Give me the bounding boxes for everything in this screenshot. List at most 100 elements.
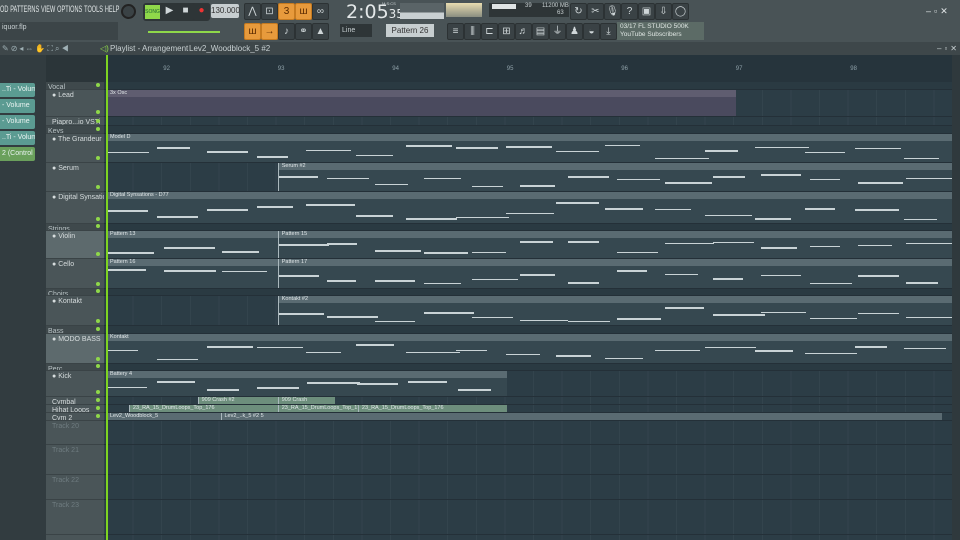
playlist-clip[interactable]: Pattern 17 — [277, 259, 954, 288]
menu-item[interactable]: VIEW — [41, 4, 55, 14]
track-header[interactable]: Keys — [46, 126, 104, 134]
track-header[interactable]: ● Kick — [46, 371, 104, 397]
playlist-clip[interactable]: Battery 4 — [106, 371, 507, 396]
playlist-clip[interactable]: Model D — [106, 134, 954, 162]
wait-input-icon[interactable]: ⊡ — [261, 3, 278, 20]
track-enable-led[interactable] — [96, 83, 100, 87]
track-header[interactable]: ● MODO BASS — [46, 334, 104, 364]
save-icon[interactable]: ▣ — [638, 3, 655, 20]
playlist-clip[interactable]: Kontakt #2 — [277, 296, 954, 325]
browser-icon[interactable]: ⊏ — [481, 23, 498, 40]
track-enable-led[interactable] — [96, 185, 100, 189]
menu-item[interactable]: PATTERNS — [10, 4, 39, 14]
track-header[interactable]: ● The Grandeur — [46, 134, 104, 163]
track-header[interactable]: ● Lead — [46, 90, 104, 117]
undo-icon[interactable]: ↻ — [570, 3, 587, 20]
track-enable-led[interactable] — [96, 110, 100, 114]
loop-record-icon[interactable]: ∞ — [312, 3, 329, 20]
track-enable-led[interactable] — [96, 364, 100, 368]
record-button[interactable]: ● — [193, 3, 210, 20]
playlist-window-controls[interactable]: –▫✕ — [937, 42, 960, 55]
playhead[interactable] — [106, 55, 108, 540]
track-header[interactable]: Piapro...io VSTi — [46, 117, 104, 126]
cut-icon[interactable]: ✂ — [587, 3, 604, 20]
track-header[interactable]: Track 20 — [46, 421, 104, 445]
automation-clip[interactable]: ..Ti - Volume — [0, 83, 35, 97]
track-header[interactable]: Track 21 — [46, 445, 104, 475]
pattern-selector[interactable]: Pattern 26 — [386, 24, 434, 37]
automation-clip[interactable]: 2 (Control 1) — [0, 147, 35, 161]
playlist-clip[interactable]: Pattern 16 — [106, 259, 278, 288]
window-controls[interactable]: –▫✕ — [926, 6, 951, 17]
plugin-icon[interactable]: ⏚ — [549, 23, 566, 40]
stamp-icon[interactable]: ▲ — [312, 23, 329, 40]
track-header[interactable]: Bass — [46, 326, 104, 334]
track-header[interactable]: Cymbal — [46, 397, 104, 405]
channel-rack-icon[interactable]: ⊞ — [498, 23, 515, 40]
track-header[interactable]: Track 22 — [46, 475, 104, 500]
tempo-tapper-icon[interactable]: ◒ — [583, 23, 600, 40]
track-lane[interactable] — [104, 289, 952, 296]
track-header[interactable]: ● Violin — [46, 231, 104, 259]
track-lane[interactable] — [104, 82, 952, 90]
playlist-grid[interactable]: 3x Osc Model D Serum #2 Digital Synsations … — [104, 82, 954, 540]
track-lane[interactable] — [104, 500, 952, 535]
playlist-clip[interactable]: 3x Osc — [106, 90, 736, 116]
track-enable-led[interactable] — [96, 282, 100, 286]
track-lane[interactable] — [104, 445, 952, 475]
menu-item[interactable]: TOOLS — [84, 4, 103, 14]
track-enable-led[interactable] — [96, 119, 100, 123]
track-header[interactable]: ● Kontakt — [46, 296, 104, 326]
song-mode-toggle[interactable]: SONG — [145, 5, 160, 19]
track-enable-led[interactable] — [96, 127, 100, 131]
vertical-scrollbar[interactable] — [952, 55, 960, 540]
playlist-clip[interactable]: Serum #2 — [277, 163, 954, 191]
automation-clip[interactable]: - Volume — [0, 99, 35, 113]
step-edit-icon[interactable]: → — [261, 23, 278, 40]
menu-item[interactable]: OPTIONS — [57, 4, 82, 14]
track-lane[interactable] — [104, 326, 952, 334]
playlist-pattern[interactable]: Lev2_Woodblock_5 #2 — [189, 42, 270, 55]
track-header[interactable]: ● Serum — [46, 163, 104, 192]
track-enable-led[interactable] — [96, 289, 100, 293]
track-enable-led[interactable] — [96, 224, 100, 228]
track-enable-led[interactable] — [96, 414, 100, 418]
track-lane[interactable] — [104, 364, 952, 371]
track-lane[interactable] — [104, 224, 952, 231]
track-lane[interactable] — [104, 475, 952, 500]
download-icon[interactable]: ⤓ — [600, 23, 617, 40]
track-header[interactable]: ● Cello — [46, 259, 104, 289]
playlist-clip[interactable]: 909 Crash — [277, 397, 335, 404]
news-panel[interactable]: 03/17 FL STUDIO 500K YouTube Subscribers — [617, 22, 704, 40]
playlist-clip[interactable]: 23_RA_15_DrumLoops_Top_176 — [357, 405, 507, 412]
playlist-clip[interactable]: 23_RA_15_DrumLoops_Top_176 — [128, 405, 278, 412]
slide-icon[interactable]: ♪ — [278, 23, 295, 40]
track-header[interactable]: Hihat Loops — [46, 405, 104, 413]
automation-clip[interactable]: - Volume — [0, 115, 35, 129]
track-header[interactable]: Choirs — [46, 289, 104, 296]
track-lane[interactable] — [104, 117, 952, 126]
playlist-clip[interactable]: 23_RA_15_DrumLoops_Top_176 — [277, 405, 358, 412]
chat-icon[interactable]: ◯ — [672, 3, 689, 20]
track-header[interactable]: Cym 2 — [46, 413, 104, 421]
track-header[interactable]: Track 23 — [46, 500, 104, 535]
link-icon[interactable]: ⚭ — [295, 23, 312, 40]
playlist-clip[interactable]: Lev2_Woodblock_5 — [106, 413, 221, 420]
help-icon[interactable]: ? — [621, 3, 638, 20]
play-button[interactable]: ▶ — [161, 3, 178, 20]
metronome-icon[interactable]: ⋀ — [244, 3, 261, 20]
track-enable-led[interactable] — [96, 156, 100, 160]
snap-select[interactable]: Line — [340, 24, 372, 37]
export-icon[interactable]: ⇩ — [655, 3, 672, 20]
track-header[interactable]: Strings — [46, 224, 104, 231]
playlist-clip[interactable]: Lev2_..k_5 #2 5 — [220, 413, 942, 420]
track-header[interactable]: ● Digital Synsations - DS... — [46, 192, 104, 224]
blend-notes-icon[interactable]: ш — [295, 3, 312, 20]
project-icon[interactable]: ▤ — [532, 23, 549, 40]
countdown-icon[interactable]: 3 — [278, 3, 295, 20]
menu-item[interactable]: HELP — [105, 4, 120, 14]
track-enable-led[interactable] — [96, 327, 100, 331]
track-enable-led[interactable] — [96, 398, 100, 402]
timeline-ruler[interactable]: 92 93 94 95 96 97 98 — [104, 55, 952, 82]
playlist-clip[interactable]: Pattern 13 — [106, 231, 278, 258]
